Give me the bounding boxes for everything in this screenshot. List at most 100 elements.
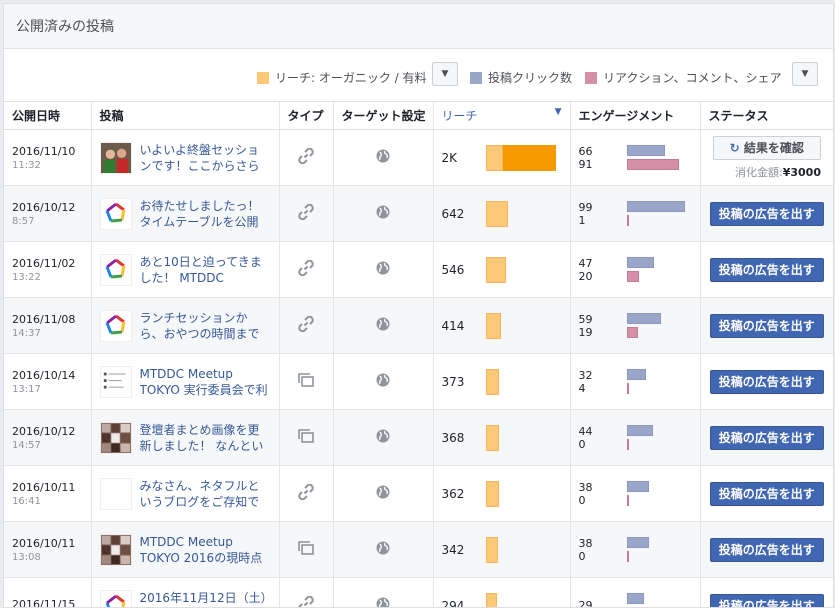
cell-post[interactable]: 2016年11月12日（土） — [91, 578, 279, 608]
cell-status: 投稿の広告を出す — [700, 410, 833, 466]
amount-spent: 消化金額:¥3000 — [709, 164, 826, 180]
post-text-link[interactable]: 2016年11月12日（土） — [140, 590, 271, 608]
post-thumbnail[interactable] — [100, 198, 132, 230]
column-header-date[interactable]: 公開日時 — [4, 102, 91, 130]
cell-post[interactable]: いよいよ終盤セッションです！ここからさら — [91, 130, 279, 186]
clicks-bar — [627, 313, 661, 324]
column-header-target[interactable]: ターゲット設定 — [333, 102, 433, 130]
column-header-status[interactable]: ステータス — [700, 102, 833, 130]
column-header-engagement[interactable]: エンゲージメント — [570, 102, 700, 130]
link-icon — [298, 208, 314, 224]
post-clicks-value: 47 — [579, 257, 627, 270]
boost-post-button[interactable]: 投稿の広告を出す — [710, 314, 824, 338]
cell-status: 投稿の広告を出す — [700, 522, 833, 578]
publish-date: 2016/11/08 — [12, 313, 83, 326]
cell-post[interactable]: お待たせしましたっ！タイムテーブルを公開 — [91, 186, 279, 242]
cell-target — [333, 130, 433, 186]
reach-value: 368 — [442, 431, 486, 445]
column-header-type[interactable]: タイプ — [279, 102, 333, 130]
table-row[interactable]: 2016/10/1116:41みなさん、ネタフルというブログをご存知で36238… — [4, 466, 833, 522]
post-thumbnail[interactable] — [100, 310, 132, 342]
post-thumbnail[interactable] — [100, 534, 132, 566]
boost-post-button[interactable]: 投稿の広告を出す — [710, 370, 824, 394]
reach-bar — [486, 369, 499, 395]
engagement-metric-dropdown[interactable]: ▼ — [792, 62, 818, 86]
reactions-bar — [627, 551, 629, 562]
spent-value: ¥3000 — [783, 166, 821, 179]
chevron-down-icon: ▼ — [442, 69, 449, 79]
organic-swatch — [257, 72, 269, 84]
cell-post[interactable]: あと10日と迫ってきました！ MTDDC Meetup — [91, 242, 279, 298]
sort-desc-icon: ▼ — [555, 107, 562, 117]
post-thumbnail[interactable] — [100, 254, 132, 286]
publish-time: 13:08 — [12, 552, 83, 563]
cell-type — [279, 466, 333, 522]
reach-bar — [486, 145, 556, 171]
cell-date: 2016/10/1214:57 — [4, 410, 91, 466]
cell-post[interactable]: MTDDC Meetup TOKYO 2016の現時点での登 — [91, 522, 279, 578]
post-text-link[interactable]: ランチセッションから、おやつの時間まで — [140, 310, 271, 342]
cell-engagement: 380 — [570, 466, 700, 522]
post-clicks-value: 44 — [579, 425, 627, 438]
post-text-link[interactable]: いよいよ終盤セッションです！ここからさら — [140, 142, 271, 174]
cell-engagement: 380 — [570, 522, 700, 578]
post-thumbnail[interactable] — [100, 590, 132, 608]
publish-date: 2016/10/12 — [12, 425, 83, 438]
cell-post[interactable]: みなさん、ネタフルというブログをご存知で — [91, 466, 279, 522]
boost-post-button[interactable]: 投稿の広告を出す — [710, 258, 824, 282]
post-text-link[interactable]: みなさん、ネタフルというブログをご存知で — [140, 478, 271, 510]
reach-metric-dropdown[interactable]: ▼ — [432, 62, 458, 86]
view-results-button[interactable]: ↻ 結果を確認 — [713, 136, 821, 160]
link-icon — [298, 264, 314, 280]
boost-post-button[interactable]: 投稿の広告を出す — [710, 426, 824, 450]
post-text-link[interactable]: 登壇者まとめ画像を更新しました！ なんとい — [140, 422, 271, 454]
table-row[interactable]: 2016/10/1214:57 登壇者まとめ画像を更新しました！ なんとい 368 4… — [4, 410, 833, 466]
boost-post-button[interactable]: 投稿の広告を出す — [710, 482, 824, 506]
table-row[interactable]: 2016/10/1413:17MTDDC Meetup TOKYO 実行委員会で… — [4, 354, 833, 410]
clicks-bar — [627, 593, 644, 604]
reach-value: 373 — [442, 375, 486, 389]
publish-date: 2016/10/11 — [12, 481, 83, 494]
post-text-link[interactable]: MTDDC Meetup TOKYO 実行委員会で利用し — [140, 366, 271, 398]
post-thumbnail[interactable] — [100, 366, 132, 398]
cell-post[interactable]: ランチセッションから、おやつの時間まで — [91, 298, 279, 354]
clicks-bar — [627, 481, 649, 492]
legend-reach: リーチ: オーガニック / 有料 — [257, 69, 427, 86]
post-thumbnail[interactable] — [100, 422, 132, 454]
table-row[interactable]: 2016/11/0213:22 あと10日と迫ってきました！ MTDDC Meet… — [4, 242, 833, 298]
cell-type — [279, 186, 333, 242]
post-text-link[interactable]: あと10日と迫ってきました！ MTDDC Meetup — [140, 254, 271, 286]
cell-post[interactable]: 登壇者まとめ画像を更新しました！ なんとい — [91, 410, 279, 466]
view-results-label: 結果を確認 — [744, 141, 804, 155]
table-row[interactable]: 2016/11/152016年11月12日（土）29429投稿の広告を出す — [4, 578, 833, 608]
boost-post-button[interactable]: 投稿の広告を出す — [710, 538, 824, 562]
clicks-bar — [627, 369, 646, 380]
link-icon — [298, 320, 314, 336]
reach-header-label: リーチ — [442, 109, 478, 123]
column-header-reach[interactable]: リーチ ▼ — [433, 102, 570, 130]
post-thumbnail[interactable] — [100, 142, 132, 174]
reactions-bar — [627, 495, 629, 506]
reactions-bar — [627, 271, 639, 282]
post-text-link[interactable]: MTDDC Meetup TOKYO 2016の現時点での登 — [140, 534, 271, 566]
column-header-post[interactable]: 投稿 — [91, 102, 279, 130]
post-thumbnail[interactable] — [100, 478, 132, 510]
reach-value: 342 — [442, 543, 486, 557]
post-clicks-value: 38 — [579, 537, 627, 550]
cell-date: 2016/11/0213:22 — [4, 242, 91, 298]
post-clicks-value: 32 — [579, 369, 627, 382]
post-text-link[interactable]: お待たせしましたっ！タイムテーブルを公開 — [140, 198, 271, 230]
cell-status: ↻ 結果を確認消化金額:¥3000 — [700, 130, 833, 186]
boost-post-button[interactable]: 投稿の広告を出す — [710, 202, 824, 226]
cell-reach: 2K — [433, 130, 570, 186]
table-row[interactable]: 2016/10/1113:08MTDDC Meetup TOKYO 2016の現… — [4, 522, 833, 578]
reactions-value: 20 — [579, 270, 627, 283]
cell-post[interactable]: MTDDC Meetup TOKYO 実行委員会で利用し — [91, 354, 279, 410]
table-row[interactable]: 2016/11/0814:37ランチセッションから、おやつの時間まで414591… — [4, 298, 833, 354]
table-row[interactable]: 2016/11/1011:32いよいよ終盤セッションです！ここからさら2K669… — [4, 130, 833, 186]
cell-status: 投稿の広告を出す — [700, 354, 833, 410]
organic-reach-bar — [486, 257, 506, 283]
cell-target — [333, 186, 433, 242]
reactions-bar — [627, 327, 638, 338]
table-row[interactable]: 2016/10/128:57お待たせしましたっ！タイムテーブルを公開642991… — [4, 186, 833, 242]
